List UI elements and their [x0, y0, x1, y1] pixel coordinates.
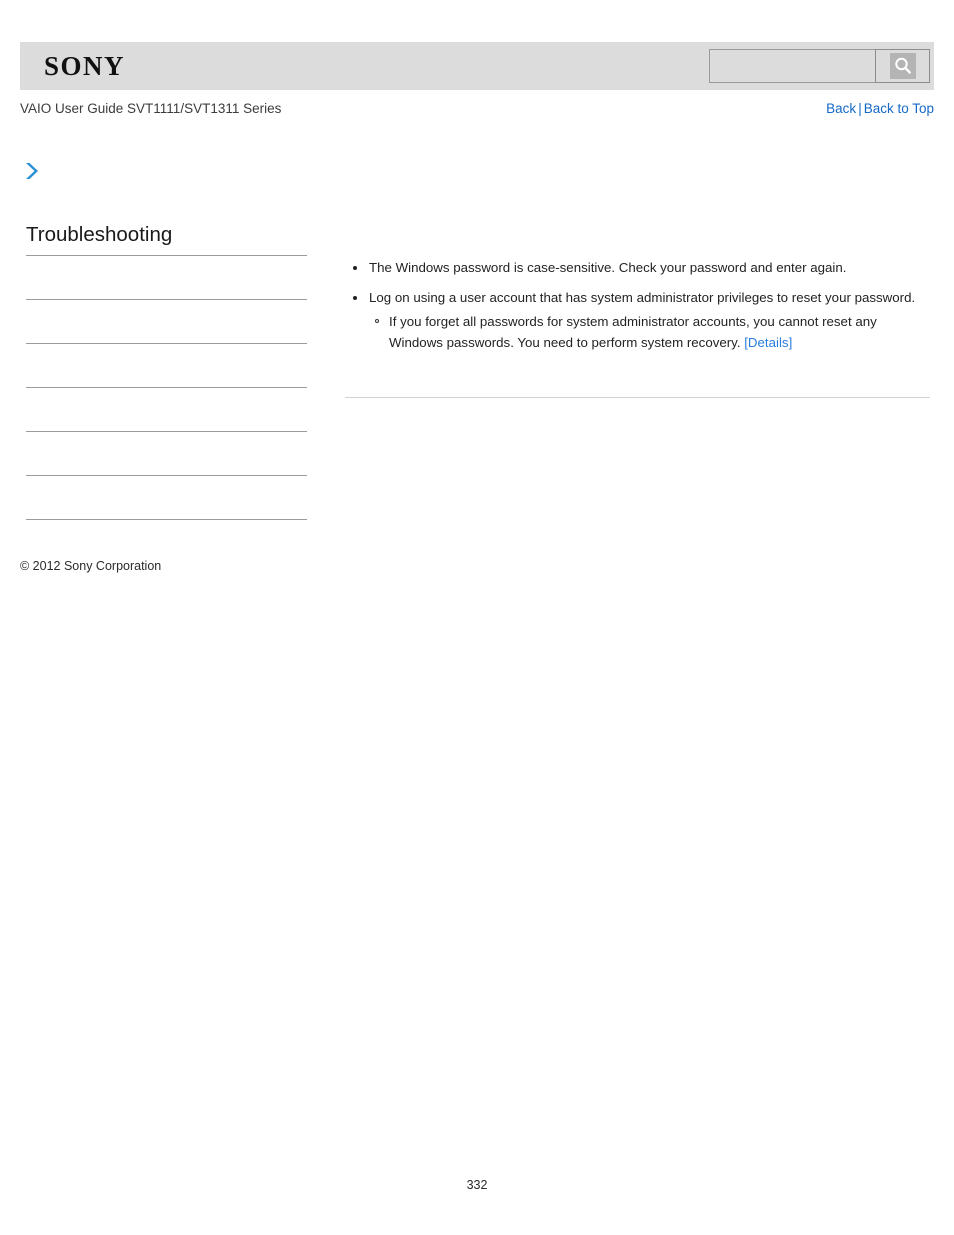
sidebar-item-6[interactable]: [26, 476, 307, 520]
search-button[interactable]: [875, 49, 930, 83]
sub-bullet-list: If you forget all passwords for system a…: [369, 312, 930, 353]
main-content: The Windows password is case-sensitive. …: [345, 258, 930, 362]
back-to-top-link[interactable]: Back to Top: [864, 101, 934, 116]
breadcrumb: [24, 162, 40, 184]
nav-separator: |: [858, 101, 862, 116]
back-link[interactable]: Back: [826, 101, 856, 116]
content-bottom-rule: [345, 397, 930, 398]
list-item: The Windows password is case-sensitive. …: [345, 258, 930, 279]
page-number: 332: [466, 1178, 488, 1192]
sidebar-item-5[interactable]: [26, 432, 307, 476]
list-item: If you forget all passwords for system a…: [369, 312, 930, 353]
list-item: Log on using a user account that has sys…: [345, 288, 930, 354]
header-band: SONY: [20, 42, 934, 90]
bullet-text: Log on using a user account that has sys…: [369, 289, 916, 305]
details-link[interactable]: [Details]: [744, 335, 792, 350]
search-group: [709, 49, 930, 83]
search-input[interactable]: [709, 49, 875, 83]
page-title: VAIO User Guide SVT1111/SVT1311 Series: [20, 101, 282, 116]
copyright-text: © 2012 Sony Corporation: [20, 559, 162, 573]
chevron-right-icon[interactable]: [24, 162, 40, 185]
sidebar: Troubleshooting: [26, 222, 307, 520]
sidebar-item-3[interactable]: [26, 344, 307, 388]
bullet-list: The Windows password is case-sensitive. …: [345, 258, 930, 353]
top-navigation: Back | Back to Top: [826, 101, 934, 116]
sidebar-item-4[interactable]: [26, 388, 307, 432]
sidebar-item-1[interactable]: [26, 256, 307, 300]
sony-logo: SONY: [44, 51, 126, 81]
bullet-text: The Windows password is case-sensitive. …: [369, 260, 847, 275]
sidebar-section-title: Troubleshooting: [26, 223, 173, 246]
sidebar-item-2[interactable]: [26, 300, 307, 344]
sub-bullet-text: If you forget all passwords for system a…: [389, 314, 877, 350]
search-icon: [889, 53, 916, 79]
